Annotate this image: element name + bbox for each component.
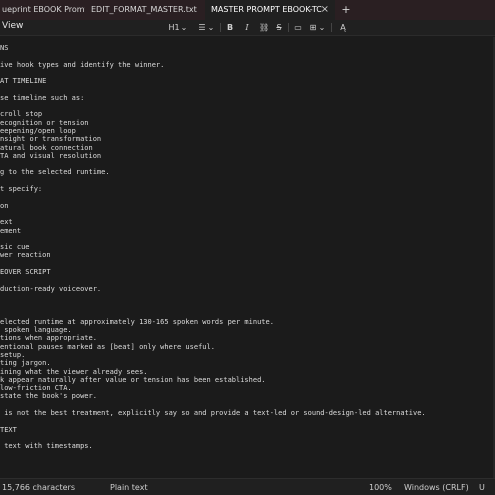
- text-line: ext: [0, 218, 13, 227]
- text-line: sic cue: [0, 243, 30, 252]
- text-line: [0, 210, 426, 218]
- new-tab-button[interactable]: +: [335, 0, 357, 20]
- text-line: [0, 276, 426, 284]
- clear-formatting-icon[interactable]: Ą: [337, 20, 349, 35]
- text-line: [0, 310, 426, 318]
- toolbar-divider: [288, 23, 289, 32]
- text-line: [0, 401, 426, 409]
- tab-label: ueprint EBOOK Promt.txt: [2, 5, 85, 14]
- text-line: ement: [0, 226, 22, 235]
- editor-toolbar: View H1 ⌄ ☰ ⌄ B I ⛓ S ▭ ⊞ ⌄ Ą: [0, 20, 495, 36]
- tab-label: EDIT_FORMAT_MASTER.txt: [91, 5, 197, 14]
- status-bar: 15,766 characters Plain text 100% Window…: [0, 478, 495, 495]
- text-line: [0, 102, 426, 110]
- text-line: low-friction CTA.: [0, 384, 72, 393]
- list-icon[interactable]: ☰: [197, 20, 207, 35]
- text-line: [0, 459, 426, 467]
- toolbar-divider: [331, 23, 332, 32]
- strikethrough-button[interactable]: S: [274, 20, 284, 35]
- link-icon[interactable]: ⛓: [259, 20, 269, 35]
- text-line: [0, 301, 426, 309]
- toolbar-divider: [220, 23, 221, 32]
- text-line: [0, 160, 426, 168]
- text-line: [0, 467, 426, 475]
- text-line: spoken language.: [0, 326, 72, 335]
- format-indicator[interactable]: Plain text: [110, 479, 148, 495]
- text-line: tions when appropriate.: [0, 334, 97, 343]
- text-line: setup.: [0, 350, 26, 359]
- text-line: EOVER SCRIPT: [0, 268, 51, 277]
- tab-blueprint-ebook[interactable]: ueprint EBOOK Promt.txt: [0, 0, 85, 20]
- text-line: ive hook types and identify the winner.: [0, 60, 165, 69]
- line-ending-indicator[interactable]: Windows (CRLF): [404, 479, 469, 495]
- text-line: state the book's power.: [0, 392, 97, 401]
- bold-button[interactable]: B: [225, 20, 235, 35]
- text-line: TEXT: [0, 425, 17, 434]
- editor-content: NS ive hook types and identify the winner…: [0, 44, 426, 478]
- text-line: [0, 417, 426, 425]
- text-line: text with timestamps.: [0, 442, 93, 451]
- text-line: on: [0, 201, 9, 210]
- tab-edit-format-master[interactable]: EDIT_FORMAT_MASTER.txt: [85, 0, 205, 20]
- comment-icon[interactable]: ▭: [292, 20, 304, 35]
- text-line: entional pauses marked as [beat] only wh…: [0, 342, 215, 351]
- text-line: elected runtime at approximately 130-165…: [0, 317, 274, 326]
- text-line: ting jargon.: [0, 359, 51, 368]
- chevron-down-icon[interactable]: ⌄: [318, 20, 326, 35]
- tab-bar: ueprint EBOOK Promt.txt EDIT_FORMAT_MAST…: [0, 0, 495, 20]
- text-line: NS: [0, 44, 9, 52]
- text-line: [0, 235, 426, 243]
- heading-dropdown[interactable]: H1: [168, 20, 180, 35]
- text-line: se timeline such as:: [0, 93, 85, 102]
- text-line: TA and visual resolution: [0, 151, 102, 160]
- tab-label: MASTER PROMPT EBOOK-TC: [211, 5, 322, 14]
- view-menu[interactable]: View: [2, 21, 23, 31]
- text-line: nsight or transformation: [0, 135, 102, 144]
- text-line: [0, 69, 426, 77]
- chevron-down-icon[interactable]: ⌄: [207, 20, 215, 35]
- text-line: [0, 293, 426, 301]
- text-line: croll stop: [0, 110, 43, 119]
- text-line: ining what the viewer already sees.: [0, 367, 148, 376]
- text-line: [0, 451, 426, 459]
- close-icon[interactable]: ×: [321, 0, 329, 20]
- text-line: k appear naturally after value or tensio…: [0, 375, 266, 384]
- text-line: [0, 52, 426, 60]
- text-line: AT TIMELINE: [0, 77, 47, 86]
- text-line: [0, 260, 426, 268]
- text-editor[interactable]: NS ive hook types and identify the winner…: [0, 37, 495, 478]
- text-line: wer reaction: [0, 251, 51, 260]
- text-line: eepening/open loop: [0, 126, 76, 135]
- text-line: [0, 177, 426, 185]
- encoding-indicator[interactable]: U: [479, 479, 485, 495]
- text-line: [0, 85, 426, 93]
- chevron-down-icon[interactable]: ⌄: [180, 20, 188, 35]
- text-line: atural book connection: [0, 143, 93, 152]
- text-line: [0, 193, 426, 201]
- text-line: [0, 434, 426, 442]
- italic-button[interactable]: I: [242, 20, 252, 35]
- character-count: 15,766 characters: [2, 483, 76, 492]
- text-line: g to the selected runtime.: [0, 168, 110, 177]
- text-line: t specify:: [0, 185, 43, 194]
- table-icon[interactable]: ⊞: [308, 20, 318, 35]
- text-line: ecognition or tension: [0, 118, 89, 127]
- tab-master-prompt-ebook[interactable]: MASTER PROMPT EBOOK-TC ×: [205, 0, 335, 20]
- text-line: duction-ready voiceover.: [0, 284, 102, 293]
- text-line: is not the best treatment, explicitly sa…: [0, 409, 426, 418]
- zoom-level[interactable]: 100%: [369, 479, 392, 495]
